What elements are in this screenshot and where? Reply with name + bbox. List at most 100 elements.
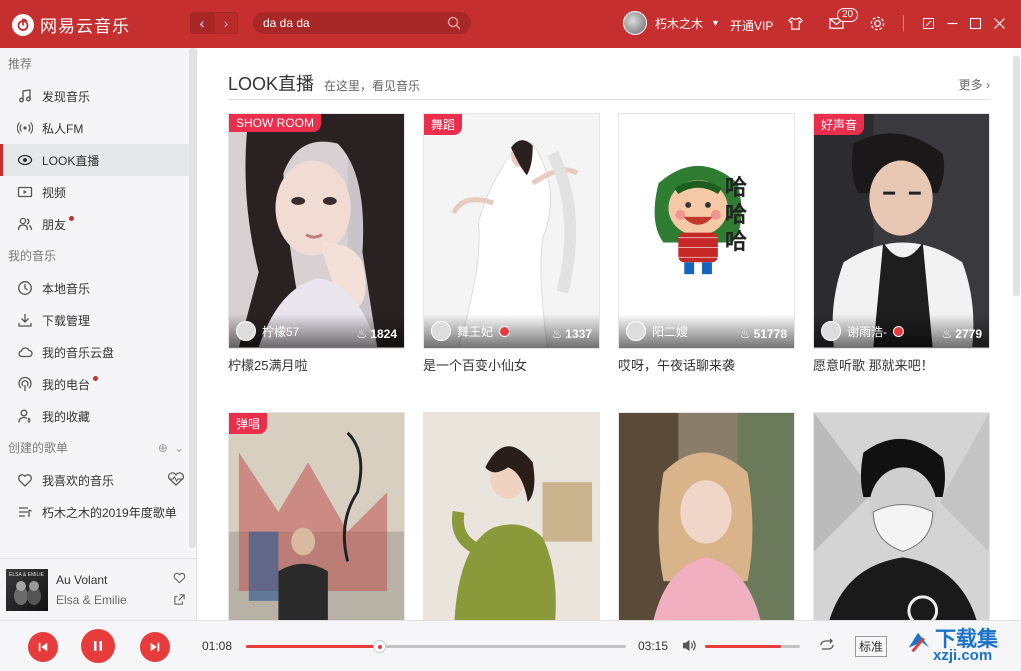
music-note-icon (16, 88, 33, 105)
live-card[interactable]: 舞蹈 舞王妃 ♨ 1337 是一个百变小仙女 (423, 113, 600, 374)
forward-button[interactable]: › (214, 12, 238, 34)
caret-down-icon[interactable]: ▼ (711, 18, 720, 28)
back-button[interactable]: ‹ (190, 12, 214, 34)
username[interactable]: 朽木之木 (655, 15, 703, 32)
quality-button[interactable]: 标准 (855, 636, 888, 657)
flame-icon: ♨ (356, 327, 368, 341)
shirt-icon[interactable] (786, 14, 804, 32)
sidebar-item-liked-music[interactable]: 我喜欢的音乐 (0, 464, 196, 496)
search-input[interactable]: da da da (253, 12, 471, 34)
chevron-left-icon: ‹ (199, 15, 205, 31)
live-thumbnail[interactable]: SHOW ROOM 柠檬57 ♨ 1824 (228, 113, 405, 349)
total-time: 03:15 (638, 639, 669, 653)
volume-icon[interactable] (681, 638, 698, 656)
viewer-count: ♨ 51778 (739, 327, 787, 341)
scrollbar-thumb[interactable] (1013, 56, 1020, 296)
share-icon[interactable] (173, 593, 186, 609)
live-thumbnail[interactable] (618, 412, 795, 620)
live-title[interactable]: 是一个百变小仙女 (423, 355, 600, 374)
main-scrollbar[interactable] (1013, 48, 1020, 620)
user-menu[interactable]: 朽木之木 ▼ (623, 11, 720, 35)
streamer-photo (814, 114, 989, 348)
watermark-logo-icon (908, 632, 930, 653)
progress-fill (246, 645, 379, 648)
download-icon (16, 312, 33, 329)
live-thumbnail[interactable]: 舞蹈 舞王妃 ♨ 1337 (423, 113, 600, 349)
live-card[interactable]: 哈哈哈 阳二嫂 ♨ 51778 哎呀，午夜话聊来袭 (618, 113, 795, 374)
user-star-icon (16, 408, 33, 425)
loop-icon[interactable] (818, 637, 836, 656)
now-playing-artist[interactable]: Elsa & Emilie (56, 593, 165, 607)
now-playing-title[interactable]: Au Volant (56, 573, 165, 587)
cartoon-sticker (619, 114, 794, 348)
live-card[interactable] (423, 412, 600, 620)
message-count-badge: 20 (837, 8, 859, 22)
sidebar-scrollbar[interactable] (189, 48, 196, 548)
app-name: 网易云音乐 (40, 17, 130, 36)
live-thumbnail[interactable] (423, 412, 600, 620)
host-avatar (236, 321, 256, 341)
sidebar-item-fm[interactable]: 私人FM (0, 112, 196, 144)
sidebar-item-downloads[interactable]: 下载管理 (0, 304, 196, 336)
sidebar-item-cloud[interactable]: 我的音乐云盘 (0, 336, 196, 368)
flame-icon: ♨ (551, 327, 563, 341)
more-link[interactable]: 更多 › (959, 76, 990, 93)
volume-slider[interactable] (705, 645, 800, 648)
vip-link[interactable]: 开通VIP (730, 17, 773, 34)
sidebar-item-local-music[interactable]: 本地音乐 (0, 272, 196, 304)
page-title: LOOK直播 (228, 74, 315, 94)
mini-mode-icon[interactable] (919, 14, 937, 32)
sidebar-item-label: 朋友 (42, 217, 67, 232)
live-thumbnail[interactable]: 哈哈哈 阳二嫂 ♨ 51778 (618, 113, 795, 349)
album-cover[interactable]: ELSA & EMILIE (6, 568, 48, 611)
close-icon[interactable] (990, 14, 1008, 32)
sidebar-item-label: LOOK直播 (42, 153, 100, 168)
live-title[interactable]: 哎呀，午夜话聊来袭 (618, 355, 795, 374)
progress-bar[interactable] (246, 640, 626, 653)
sidebar-section-title: 推荐 (8, 57, 33, 71)
avatar[interactable] (623, 11, 647, 35)
pause-button[interactable] (81, 629, 115, 663)
live-title[interactable]: 愿意听歌 那就来吧！ (813, 355, 990, 374)
heart-icon (16, 472, 33, 489)
playlist-icon (16, 504, 33, 521)
live-card[interactable] (618, 412, 795, 620)
live-thumbnail[interactable]: 弹唱 (228, 412, 405, 620)
maximize-icon[interactable] (966, 14, 984, 32)
page-subtitle: 在这里，看见音乐 (324, 79, 421, 93)
live-card[interactable]: 好声音 谢雨浩- ♨ 2779 愿意听歌 那就来吧！ (813, 113, 990, 374)
app-logo[interactable]: 网易云音乐 (12, 12, 130, 37)
sidebar-item-discover[interactable]: 发现音乐 (0, 80, 196, 112)
sidebar-item-playlist[interactable]: 朽木之木的2019年度歌单 (0, 496, 196, 528)
sidebar-item-my-radio[interactable]: 我的电台 (0, 368, 196, 400)
minimize-icon[interactable] (943, 14, 961, 32)
host-name: 谢雨浩- (847, 324, 887, 339)
sidebar-item-friends[interactable]: 朋友 (0, 208, 196, 240)
watermark-url: xzji.com (933, 647, 993, 664)
sidebar-item-favorites[interactable]: 我的收藏 (0, 400, 196, 432)
chevron-down-icon[interactable]: ⌄ (174, 432, 184, 464)
like-icon[interactable] (173, 571, 186, 587)
live-thumbnail[interactable]: 好声音 谢雨浩- ♨ 2779 (813, 113, 990, 349)
gear-icon[interactable] (868, 14, 886, 32)
sidebar-item-label: 下载管理 (42, 313, 91, 328)
category-tag: 好声音 (814, 114, 865, 135)
next-button[interactable] (140, 632, 170, 662)
now-playing-panel[interactable]: ELSA & EMILIE Au Volant Elsa & Emilie (0, 558, 197, 620)
live-card[interactable]: SHOW ROOM 柠檬57 ♨ 1824 柠檬25满月啦 (228, 113, 405, 374)
streamer-photo (814, 413, 989, 620)
live-title[interactable]: 柠檬25满月啦 (228, 355, 405, 374)
sidebar-item-video[interactable]: 视频 (0, 176, 196, 208)
main-content: LOOK直播 在这里，看见音乐 更多 › SHOW ROOM 柠檬57 ♨ 182… (197, 48, 1021, 620)
live-card[interactable]: 弹唱 (228, 412, 405, 620)
add-playlist-icon[interactable]: ⊕ (158, 432, 168, 464)
heartbeat-mode-icon[interactable] (166, 471, 186, 489)
live-card[interactable] (813, 412, 990, 620)
video-icon (16, 184, 33, 201)
sidebar-item-look-live[interactable]: LOOK直播 (0, 144, 196, 176)
live-thumbnail[interactable] (813, 412, 990, 620)
progress-knob[interactable] (373, 640, 386, 653)
sidebar-item-label: 我喜欢的音乐 (42, 473, 115, 488)
search-icon[interactable] (447, 16, 461, 30)
previous-button[interactable] (28, 632, 58, 662)
